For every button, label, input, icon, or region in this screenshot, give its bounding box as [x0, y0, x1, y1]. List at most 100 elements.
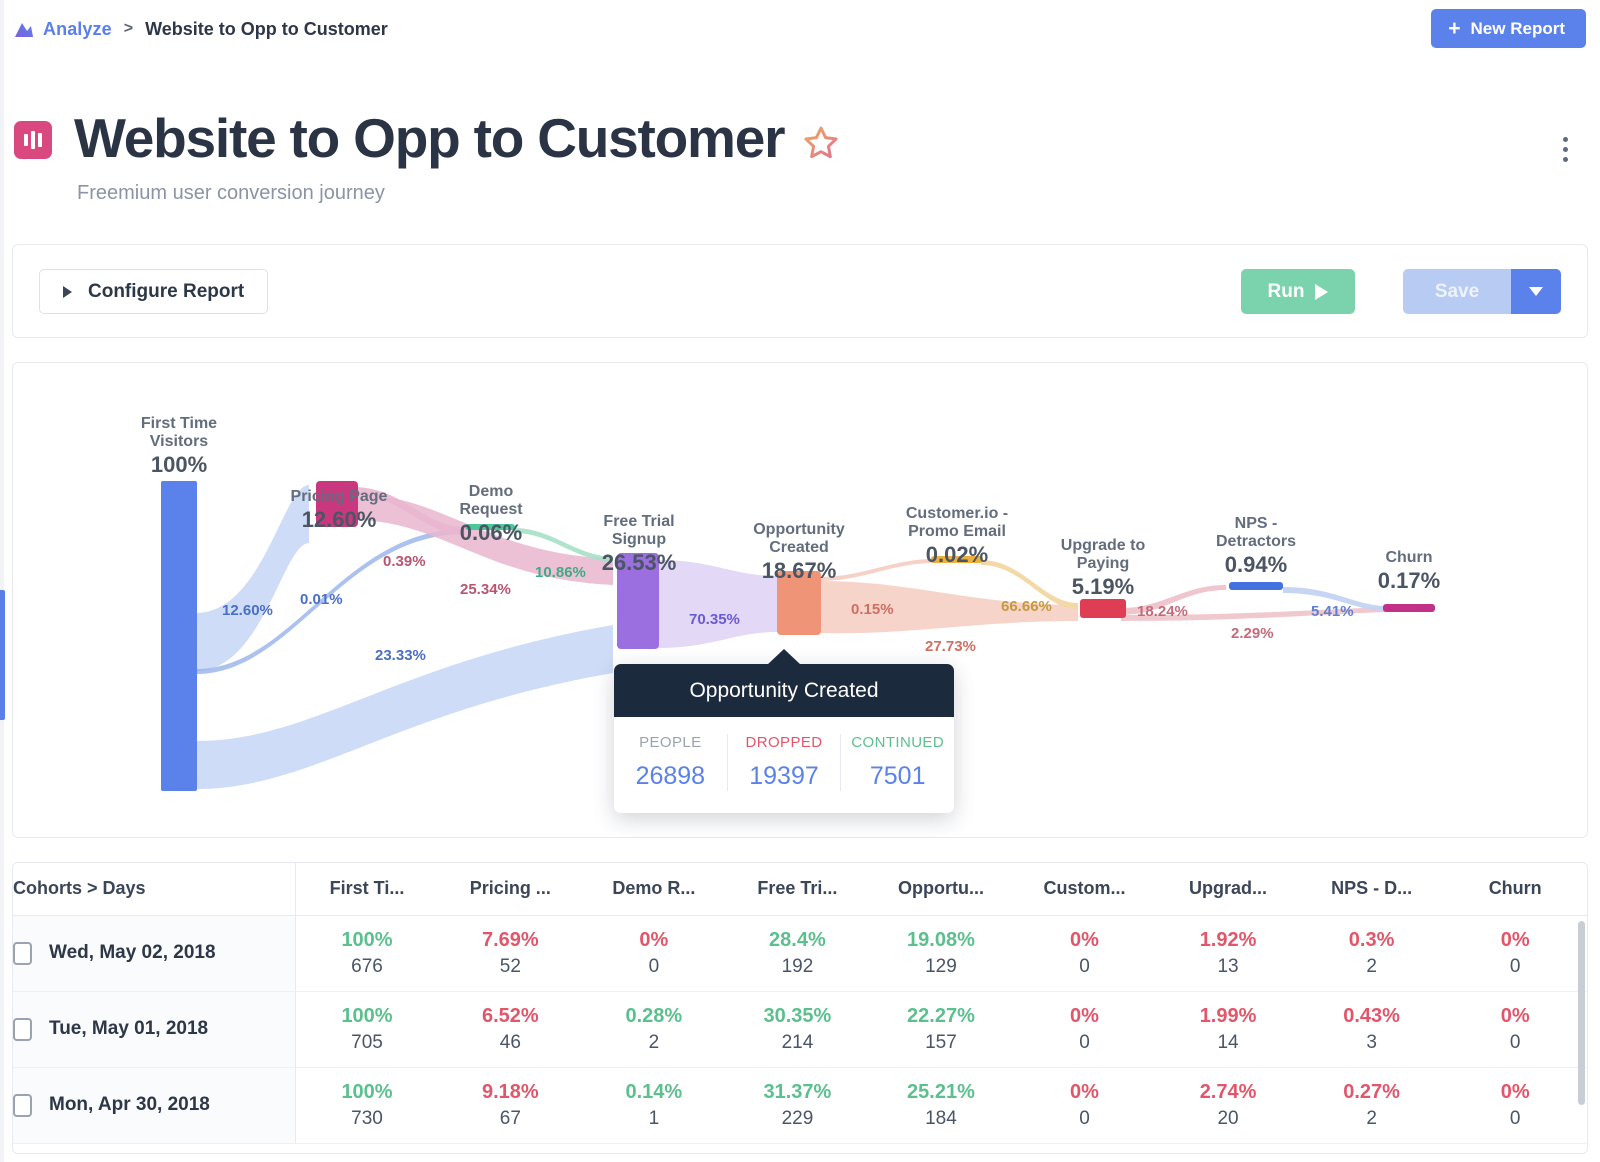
cohort-table: Cohorts > Days First Ti... Pricing ... D…	[13, 863, 1587, 1144]
metric-count: 14	[1217, 1031, 1239, 1053]
metric-percent: 6.52%	[481, 1004, 539, 1027]
breadcrumb: Analyze > Website to Opp to Customer	[0, 0, 1600, 58]
metric-percent: 0.3%	[1348, 928, 1395, 951]
left-edge-accent	[0, 590, 5, 720]
flow-label-demo-free-trial: 10.86%	[535, 564, 586, 581]
flow-label-ftv-pricing: 12.60%	[222, 602, 273, 619]
play-icon	[1315, 283, 1329, 300]
row-checkbox[interactable]	[13, 1093, 32, 1117]
node-demo-request	[465, 524, 515, 530]
metric-cell: 28.4% 192	[725, 915, 870, 992]
header-col-3[interactable]: Free Tri...	[725, 863, 870, 916]
header-col-5[interactable]: Custom...	[1012, 863, 1157, 916]
metric-cell: 0.43% 3	[1299, 991, 1444, 1068]
save-button[interactable]: Save	[1403, 269, 1511, 314]
header-col-0[interactable]: First Ti...	[295, 863, 439, 916]
metric-cell: 31.37% 229	[725, 1067, 870, 1144]
metric-count: 0	[1509, 1031, 1521, 1053]
flow-label-ftv-demo: 0.01%	[300, 591, 343, 608]
run-button[interactable]: Run	[1241, 269, 1355, 314]
node-customerio-promo-email	[931, 556, 983, 563]
header-col-2[interactable]: Demo R...	[582, 863, 726, 916]
flow-label-pricing-demo: 0.39%	[383, 553, 426, 570]
run-label: Run	[1267, 280, 1305, 302]
cohort-date-label: Tue, May 01, 2018	[49, 1018, 209, 1039]
metric-count: 192	[781, 955, 814, 977]
link-free-trial-to-opportunity	[658, 560, 778, 648]
node-nps-detractors	[1229, 582, 1283, 590]
header-cohorts-days[interactable]: Cohorts > Days	[13, 863, 296, 916]
table-scrollbar-thumb[interactable]	[1578, 921, 1585, 1105]
flow-label-ftv-free-trial: 23.33%	[375, 647, 426, 664]
metric-cell: 1.92% 13	[1156, 915, 1300, 992]
cohort-cell: Wed, May 02, 2018	[13, 915, 296, 992]
breadcrumb-separator: >	[123, 20, 134, 37]
metric-percent: 1.92%	[1199, 928, 1257, 951]
flow-label-promo-upgrade: 66.66%	[1001, 598, 1052, 615]
new-report-button[interactable]: + New Report	[1431, 9, 1586, 48]
metric-percent: 22.27%	[907, 1004, 975, 1027]
tooltip-people-value: 26898	[635, 762, 706, 790]
breadcrumb-current: Website to Opp to Customer	[145, 18, 388, 39]
metric-count: 3	[1366, 1031, 1377, 1053]
header-col-4[interactable]: Opportu...	[869, 863, 1013, 916]
metric-cell: 0.28% 2	[582, 991, 726, 1068]
sankey-node-tooltip: Opportunity Created PEOPLE 26898 DROPPED…	[614, 649, 954, 813]
metric-percent: 28.4%	[769, 928, 826, 951]
metric-cell: 9.18% 67	[438, 1067, 583, 1144]
metric-count: 13	[1217, 955, 1239, 977]
metric-percent: 0%	[1500, 1004, 1530, 1027]
link-ftv-to-pricing	[196, 485, 309, 671]
save-dropdown-button[interactable]	[1511, 269, 1561, 314]
metric-cell: 30.35% 214	[725, 991, 870, 1068]
metric-cell: 2.74% 20	[1156, 1067, 1300, 1144]
cohort-cell: Mon, Apr 30, 2018	[13, 1067, 296, 1144]
tooltip-dropped-label: DROPPED	[745, 734, 823, 751]
metric-cell: 0.27% 2	[1299, 1067, 1444, 1144]
header-col-8[interactable]: Churn	[1443, 863, 1587, 916]
page-subtitle: Freemium user conversion journey	[77, 181, 385, 204]
node-first-time-visitors	[161, 481, 197, 791]
metric-percent: 0.43%	[1343, 1004, 1400, 1027]
metric-percent: 9.18%	[481, 1080, 539, 1103]
metric-cell: 22.27% 157	[869, 991, 1013, 1068]
header-col-6[interactable]: Upgrad...	[1156, 863, 1300, 916]
metric-percent: 0%	[1070, 928, 1099, 951]
configure-report-button[interactable]: Configure Report	[39, 269, 269, 314]
metric-count: 0	[1079, 1107, 1090, 1129]
metric-count: 2	[1366, 955, 1377, 977]
star-outline-icon[interactable]	[802, 115, 840, 173]
metric-cell: 0.3% 2	[1299, 915, 1444, 992]
table-row[interactable]: Tue, May 01, 2018 100% 705 6.52% 46 0.28% 2 30.…	[13, 991, 1587, 1068]
metric-count: 0	[1509, 955, 1521, 977]
metric-percent: 25.21%	[907, 1080, 975, 1103]
metric-percent: 0%	[1500, 928, 1530, 951]
node-upgrade-to-paying	[1080, 599, 1126, 618]
breadcrumb-analyze-link[interactable]: Analyze	[43, 19, 112, 40]
flow-label-upgrade-nps: 18.24%	[1137, 603, 1188, 620]
new-report-label: New Report	[1470, 18, 1565, 38]
table-row[interactable]: Mon, Apr 30, 2018 100% 730 9.18% 67 0.14% 1 31.…	[13, 1067, 1587, 1144]
row-checkbox[interactable]	[13, 1017, 32, 1041]
row-checkbox[interactable]	[13, 941, 32, 965]
tooltip-people-label: PEOPLE	[639, 734, 702, 751]
metric-cell: 7.69% 52	[438, 915, 583, 992]
metric-cell: 100% 705	[295, 991, 439, 1068]
header-col-1[interactable]: Pricing ...	[438, 863, 583, 916]
table-row[interactable]: Wed, May 02, 2018 100% 676 7.69% 52 0% 0 28.4% 1…	[13, 915, 1587, 992]
more-vertical-icon[interactable]	[1552, 133, 1578, 165]
metric-cell: 19.08% 129	[869, 915, 1013, 992]
tooltip-stat-dropped: DROPPED 19397	[726, 734, 841, 791]
node-free-trial-signup	[617, 553, 659, 649]
metric-count: 0	[1079, 955, 1090, 977]
header-col-7[interactable]: NPS - D...	[1299, 863, 1444, 916]
title-block: Website to Opp to Customer Freemium user…	[14, 105, 840, 205]
tooltip-stat-continued: CONTINUED 7501	[840, 734, 954, 791]
metric-cell: 6.52% 46	[438, 991, 583, 1068]
metric-cell: 0% 0	[1012, 915, 1157, 992]
flow-label-upgrade-churn: 2.29%	[1231, 625, 1274, 642]
metric-count: 157	[925, 1031, 957, 1053]
tooltip-arrow-icon	[767, 649, 801, 665]
tooltip-stat-people: PEOPLE 26898	[614, 734, 727, 791]
metric-cell: 0.14% 1	[582, 1067, 726, 1144]
